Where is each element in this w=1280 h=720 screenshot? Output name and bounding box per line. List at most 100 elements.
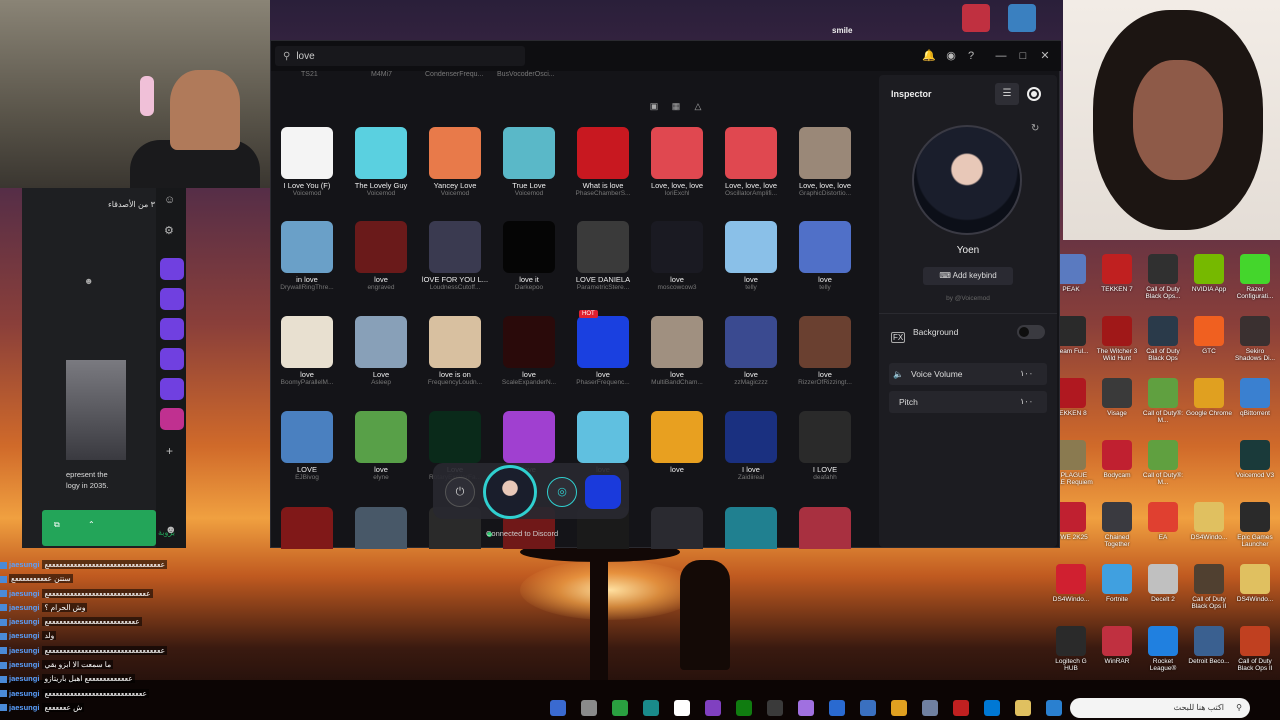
current-voice-avatar[interactable] [483, 465, 537, 519]
desktop-shortcut[interactable]: DS4Windo... [1048, 564, 1094, 603]
taskbar-app-icon[interactable] [612, 700, 628, 716]
reset-icon[interactable]: ↻ [1031, 123, 1039, 134]
taskbar-app-icon[interactable] [581, 700, 597, 716]
taskbar-app-icon[interactable] [829, 700, 845, 716]
desktop-shortcut[interactable]: Fortnite [1094, 564, 1140, 603]
sound-tile[interactable]: LOVE EJBivog [271, 411, 343, 481]
category-label[interactable]: M4Mi7 [371, 71, 392, 78]
taskbar-app-icon[interactable] [1015, 700, 1031, 716]
chat-username[interactable]: jaesungi [9, 617, 39, 626]
desktop-shortcut[interactable]: Logitech G HUB [1048, 626, 1094, 673]
taskbar-app-icon[interactable] [767, 700, 783, 716]
sound-tile[interactable]: I LOVE deafahh [789, 411, 861, 481]
taskbar-app-icon[interactable] [798, 700, 814, 716]
sound-tile[interactable]: love telly [789, 221, 861, 291]
taskbar-app-icon[interactable] [1046, 700, 1062, 716]
sound-tile[interactable]: in love DrywallRingThre... [271, 221, 343, 291]
sound-tile[interactable]: love zzMagiczzz [715, 316, 787, 386]
desktop-shortcut[interactable]: Decelt 2 [1140, 564, 1186, 603]
sound-tile[interactable]: love is on FrequencyLoudn... [419, 316, 491, 386]
desktop-shortcut[interactable]: Call of Duty Black Ops... [1140, 254, 1186, 301]
sound-tile[interactable]: Love, love, love GraphicDistortio... [789, 127, 861, 197]
taskbar-search[interactable]: اكتب هنا للبحث ⚲ [1070, 698, 1250, 718]
desktop-shortcut[interactable]: Call of Duty Black Ops II [1232, 626, 1278, 673]
sound-tile[interactable]: love ScaleExpanderN... [493, 316, 565, 386]
server-icon[interactable] [160, 318, 184, 340]
sound-tile[interactable] [641, 507, 713, 549]
minimize-icon[interactable]: — [993, 48, 1009, 64]
close-icon[interactable]: ✕ [1037, 48, 1053, 64]
desktop-shortcut[interactable]: GTC [1186, 316, 1232, 355]
taskbar-app-icon[interactable] [550, 700, 566, 716]
desktop-shortcut[interactable]: Call of Duty Black Ops II [1186, 564, 1232, 611]
server-icon[interactable] [160, 258, 184, 280]
category-label[interactable]: TS21 [301, 71, 318, 78]
chat-username[interactable]: jaesungi [9, 603, 39, 612]
desktop-shortcut[interactable]: Voicemod V3 [1232, 440, 1278, 479]
add-server-icon[interactable]: + [166, 444, 173, 458]
pitch-slider[interactable]: Pitch ١٠٠ [889, 391, 1047, 413]
sound-tile[interactable]: love engraved [345, 221, 417, 291]
sound-tile[interactable]: I Love You (F) Voicemod [271, 127, 343, 197]
chat-username[interactable]: jaesungi [9, 703, 39, 712]
desktop-shortcut[interactable]: qBittorrent [1232, 378, 1278, 417]
winrar-icon[interactable] [962, 4, 990, 32]
taskbar-app-icon[interactable] [643, 700, 659, 716]
search-input[interactable]: ⚲ love [275, 46, 525, 66]
friends-icon[interactable]: ☻ [84, 276, 93, 286]
voice-author[interactable]: by @Voicemod [879, 295, 1057, 302]
desktop-shortcut[interactable]: Google Chrome [1186, 378, 1232, 417]
help-icon[interactable]: ? [963, 48, 979, 64]
desktop-shortcut[interactable]: Epic Games Launcher [1232, 502, 1278, 549]
desktop-shortcut[interactable]: WinRAR [1094, 626, 1140, 665]
external-link-icon[interactable]: ⧉ [54, 520, 60, 530]
maximize-icon[interactable]: □ [1015, 48, 1031, 64]
sound-tile[interactable] [789, 507, 861, 549]
chat-username[interactable]: jaesungi [9, 646, 39, 655]
chat-username[interactable]: jaesungi [9, 674, 39, 683]
sound-tile[interactable]: love BoomyParallelM... [271, 316, 343, 386]
sound-tile[interactable] [271, 507, 343, 549]
desktop-shortcut[interactable]: Sekiro Shadows Di... [1232, 316, 1278, 363]
sound-tile[interactable]: love elyne [345, 411, 417, 481]
bell-icon[interactable]: 🔔 [921, 48, 937, 64]
record-icon[interactable] [1027, 87, 1041, 101]
background-toggle[interactable] [1017, 325, 1045, 339]
sound-tile[interactable] [345, 507, 417, 549]
sound-tile[interactable]: love MultiBandCham... [641, 316, 713, 386]
taskbar-app-icon[interactable] [984, 700, 1000, 716]
sound-tile[interactable]: Love, love, love OscillatorAmplifi... [715, 127, 787, 197]
chat-username[interactable]: jaesungi [9, 560, 39, 569]
taskbar-app-icon[interactable] [674, 700, 690, 716]
sound-tile[interactable]: LOVE DANIELA ParametricStere... [567, 221, 639, 291]
action-bar[interactable]: ⧉ ⌃ [42, 510, 156, 546]
sound-tile[interactable]: love [641, 411, 713, 474]
sound-tile[interactable]: Yancey Love Voicemod [419, 127, 491, 197]
desktop-shortcut[interactable]: Call of Duty Black Ops [1140, 316, 1186, 363]
sound-tile[interactable] [715, 507, 787, 549]
desktop-shortcut[interactable]: Call of Duty®: M... [1140, 440, 1186, 487]
taskbar-app-icon[interactable] [922, 700, 938, 716]
desktop-shortcut[interactable]: NVIDIA App [1186, 254, 1232, 293]
hear-myself-button[interactable]: ◎ [547, 477, 577, 507]
sound-tile[interactable]: love moscowcow3 [641, 221, 713, 291]
server-icon[interactable] [160, 288, 184, 310]
desktop-shortcut[interactable]: The Witcher 3 Wild Hunt [1094, 316, 1140, 363]
sound-tile[interactable]: What is love PhaseChamberS... [567, 127, 639, 197]
sound-tile[interactable]: love it Darkepoo [493, 221, 565, 291]
taskbar-app-icon[interactable] [860, 700, 876, 716]
voice-volume-slider[interactable]: 🔈 Voice Volume ١٠٠ [889, 363, 1047, 385]
server-icon[interactable] [160, 378, 184, 400]
category-label[interactable]: BusVocoderOsci... [497, 71, 555, 78]
desktop-shortcut[interactable]: DS4Windo... [1232, 564, 1278, 603]
secondary-voice-icon[interactable] [585, 475, 621, 509]
desktop-shortcut[interactable]: DS4Windo... [1186, 502, 1232, 541]
desktop-shortcut[interactable]: Razer Configurati... [1232, 254, 1278, 301]
sound-tile[interactable]: True Love Voicemod [493, 127, 565, 197]
chat-username[interactable]: jaesungi [9, 660, 39, 669]
taskbar-app-icon[interactable] [953, 700, 969, 716]
chevron-up-icon[interactable]: ⌃ [88, 520, 95, 529]
desktop-shortcut[interactable]: Visage [1094, 378, 1140, 417]
power-button[interactable]: ⏻ [445, 477, 475, 507]
desktop-shortcut[interactable]: Call of Duty®: M... [1140, 378, 1186, 425]
